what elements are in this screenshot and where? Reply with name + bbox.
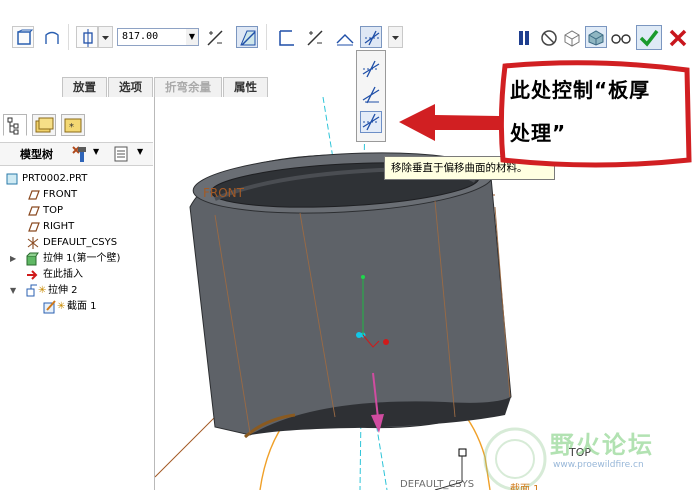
callout-text-line2: 处理” (510, 121, 567, 145)
model-tree-tab[interactable] (3, 114, 27, 136)
separator (68, 24, 69, 50)
no-preview-button[interactable] (538, 27, 560, 49)
tree-tools-icon[interactable] (70, 144, 90, 164)
tree-item-default-csys[interactable]: DEFAULT_CSYS (0, 235, 150, 251)
thickness-option-driving[interactable] (360, 84, 382, 106)
glasses-preview-button[interactable] (610, 27, 632, 49)
preview-geometry-button[interactable] (561, 27, 583, 49)
depth-option-button[interactable] (76, 26, 98, 48)
active-star-icon: ✳ (57, 301, 66, 312)
tree-item-part[interactable]: PRT0002.PRT (0, 171, 150, 187)
tree-item-extrude-2[interactable]: ▼ ✳ 拉伸 2 (0, 283, 150, 299)
folder-browser-tab[interactable] (32, 114, 56, 136)
tree-item-front[interactable]: FRONT (0, 187, 150, 203)
thickness-option-normal[interactable] (360, 58, 382, 80)
watermark-title: 野火论坛 (550, 431, 654, 459)
tab-options[interactable]: 选项 (108, 77, 153, 97)
tree-tools-dropdown-icon[interactable]: ▼ (93, 147, 99, 156)
solid-extrude-button[interactable] (12, 26, 34, 48)
pause-button[interactable] (513, 27, 535, 49)
separator (266, 24, 267, 50)
thickness-option-offset[interactable] (360, 111, 382, 133)
watermark-url: www.proewildfire.cn (553, 460, 644, 470)
extrude-feature-icon (26, 252, 39, 266)
tree-item-right[interactable]: RIGHT (0, 219, 150, 235)
csys-datum-label: DEFAULT_CSYS (400, 479, 475, 490)
thickness-mode-flyout (356, 50, 386, 142)
tab-bend-allowance[interactable]: 折弯余量 (154, 77, 222, 97)
navigator-panel: * 模型树 ▼ ▼ PRT0002.PRT FRONT TOP RIGHT DE… (0, 97, 155, 490)
tab-properties[interactable]: 属性 (223, 77, 268, 97)
datum-plane-icon (28, 206, 40, 216)
depth-option-dropdown[interactable] (98, 26, 113, 48)
tree-item-section-1[interactable]: ✳ 截面 1 (0, 299, 150, 315)
show-settings-dropdown-icon[interactable]: ▼ (137, 147, 143, 156)
part-icon (6, 173, 18, 185)
confirm-check-button[interactable] (636, 25, 662, 50)
csys-icon (27, 237, 39, 249)
svg-text:*: * (69, 122, 74, 133)
depth-value-dropdown[interactable]: ▼ (186, 28, 199, 46)
show-settings-icon[interactable] (112, 145, 130, 163)
collapse-arrow-icon[interactable]: ▼ (10, 283, 16, 299)
thicken-sketch-button[interactable] (236, 26, 258, 48)
surface-extrude-button[interactable] (40, 26, 62, 48)
expand-arrow-icon[interactable]: ▶ (10, 251, 16, 267)
tab-placement[interactable]: 放置 (62, 77, 107, 97)
favorites-tab[interactable]: * (61, 114, 85, 136)
section-label: 截面 1 (510, 484, 540, 490)
datum-plane-icon (28, 222, 40, 232)
sketch-icon (43, 300, 56, 314)
model-tree-label[interactable]: 模型树 (20, 146, 53, 162)
thickness-mode-dropdown[interactable] (388, 26, 403, 48)
active-star-icon: ✳ (38, 285, 47, 296)
extrude-active-icon (26, 284, 37, 297)
flip-thickness-button[interactable] (304, 27, 326, 49)
verify-mode-button[interactable] (585, 26, 607, 48)
depth-value-field[interactable]: 817.00 (117, 28, 187, 46)
flip-direction-button[interactable] (204, 27, 226, 49)
callout-text-line1: 此处控制“板厚 (510, 78, 651, 102)
model-tree-header: 模型树 ▼ ▼ (0, 142, 153, 166)
sketch-side-button[interactable] (334, 27, 356, 49)
dashboard-tabs: 放置 选项 折弯余量 属性 (62, 77, 269, 97)
tree-item-top[interactable]: TOP (0, 203, 150, 219)
front-datum-label: FRONT (203, 186, 244, 200)
sheetmetal-thickness-button[interactable] (276, 27, 298, 49)
tree-item-insert-here[interactable]: 在此插入 (0, 267, 150, 283)
thickness-mode-button[interactable] (360, 26, 382, 48)
cancel-x-button[interactable] (667, 27, 689, 49)
tree-item-extrude-1[interactable]: ▶ 拉伸 1(第一个壁) (0, 251, 150, 267)
datum-plane-icon (28, 190, 40, 200)
insert-arrow-icon (27, 270, 38, 280)
